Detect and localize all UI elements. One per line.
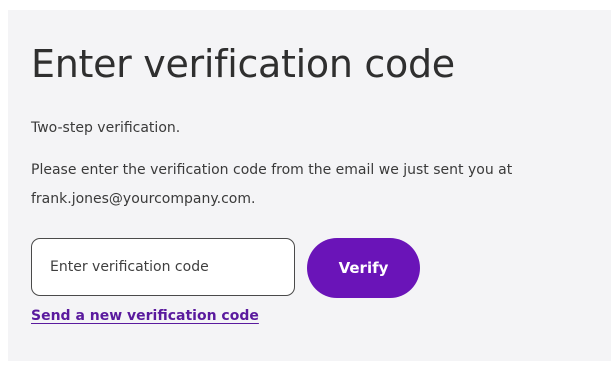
resend-code-link[interactable]: Send a new verification code [31,306,259,326]
page-title: Enter verification code [31,42,455,86]
subtitle: Two-step verification. [31,120,181,136]
verification-card: Enter verification code Two-step verific… [8,10,611,361]
instructions-text: Please enter the verification code from … [31,162,513,207]
verification-code-input[interactable] [31,238,295,296]
verify-button[interactable]: Verify [307,238,420,298]
